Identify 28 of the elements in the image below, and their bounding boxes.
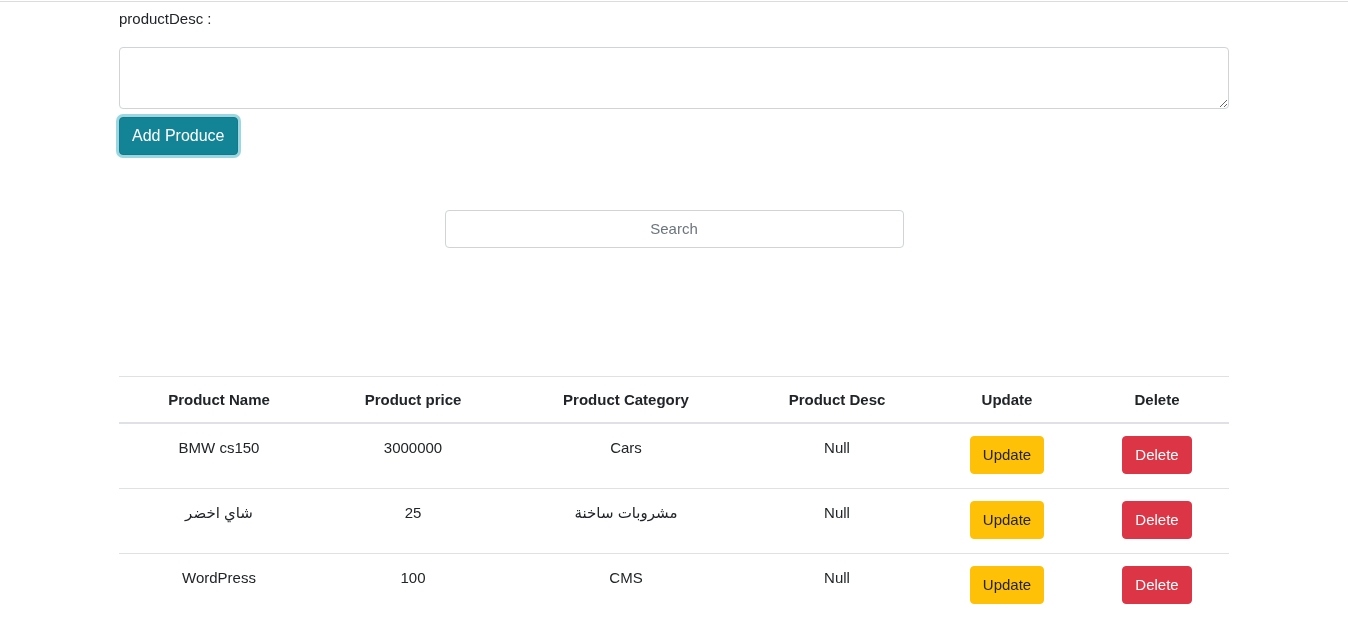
delete-button[interactable]: Delete <box>1122 435 1192 474</box>
column-header: Delete <box>1085 376 1229 423</box>
column-header: Update <box>929 376 1085 423</box>
table-cell: مشروبات ساخنة <box>574 503 678 521</box>
table-cell: شاي اخضر <box>185 503 253 521</box>
table-cell: Null <box>824 438 850 456</box>
column-header: Product price <box>319 376 507 423</box>
table-cell: WordPress <box>182 568 256 586</box>
table-cell: Null <box>824 503 850 521</box>
table-cell: 3000000 <box>383 438 443 456</box>
column-header: Product Desc <box>745 376 929 423</box>
table-cell: Null <box>824 568 850 586</box>
table-cell: BMW cs150 <box>178 438 260 456</box>
field-label: productDesc : <box>119 9 212 29</box>
update-button[interactable]: Update <box>969 500 1045 539</box>
table-cell: CMS <box>609 568 643 586</box>
delete-button[interactable]: Delete <box>1122 500 1192 539</box>
column-header: Product Category <box>507 376 745 423</box>
column-header: Product Name <box>119 376 319 423</box>
update-button[interactable]: Update <box>969 565 1045 604</box>
add-produce-button[interactable]: Add Produce <box>119 116 238 155</box>
update-button[interactable]: Update <box>969 435 1045 474</box>
search-field[interactable]: Search <box>444 209 904 248</box>
table-cell: 100 <box>400 568 426 586</box>
table-cell: 25 <box>404 503 422 521</box>
delete-button[interactable]: Delete <box>1122 565 1192 604</box>
description-field[interactable] <box>119 46 1229 109</box>
table-cell: Cars <box>610 438 642 456</box>
